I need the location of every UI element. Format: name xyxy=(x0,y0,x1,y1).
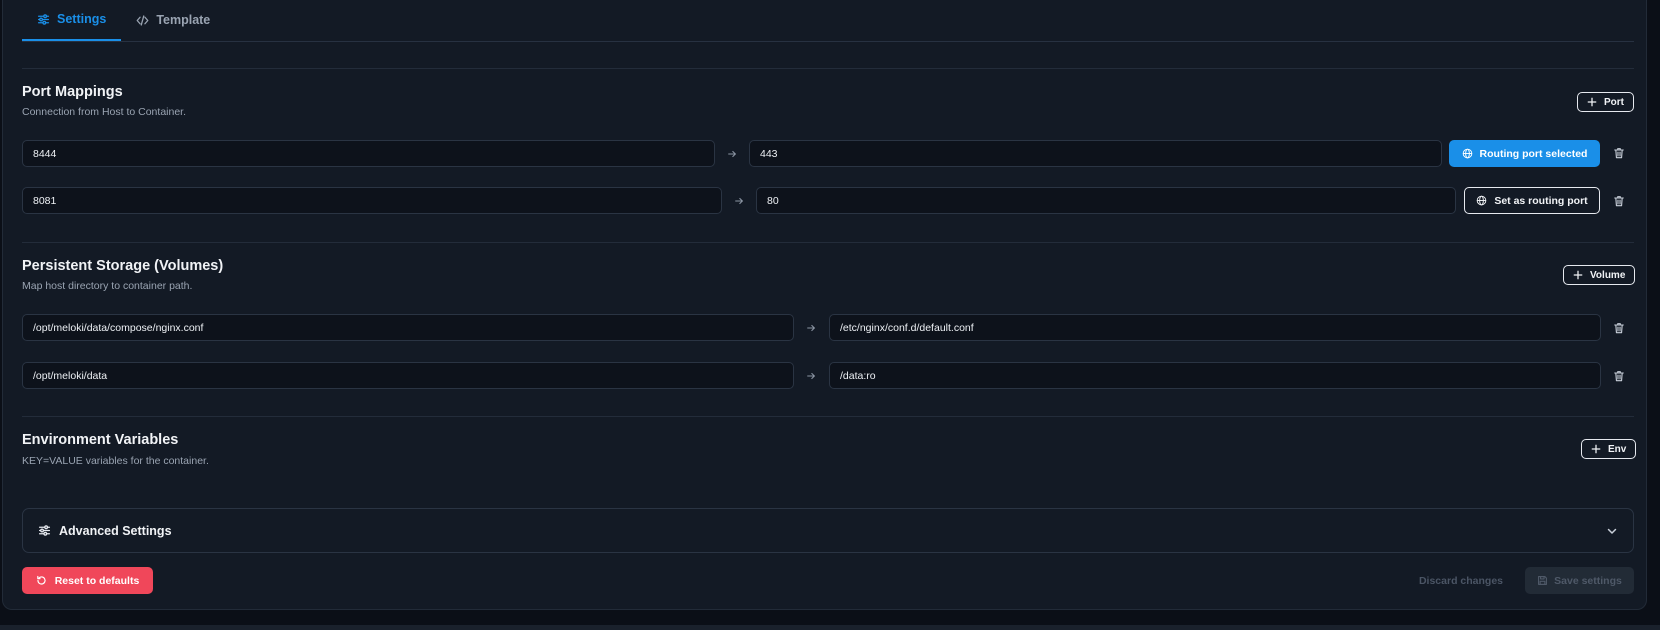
host-port-input[interactable] xyxy=(22,140,715,167)
add-port-label: Port xyxy=(1604,96,1624,108)
routing-port-button[interactable]: Routing port selected xyxy=(1449,140,1600,167)
advanced-settings-label: Advanced Settings xyxy=(59,523,172,538)
globe-icon xyxy=(1462,148,1472,159)
plus-icon xyxy=(1573,270,1583,280)
save-icon xyxy=(1538,576,1548,585)
set-routing-port-button[interactable]: Set as routing port xyxy=(1464,187,1600,214)
section-divider xyxy=(22,68,1634,69)
env-subtitle: KEY=VALUE variables for the container. xyxy=(22,455,209,467)
sliders-icon xyxy=(38,525,51,536)
arrow-right-icon xyxy=(807,324,815,332)
add-volume-label: Volume xyxy=(1590,269,1626,281)
save-settings-button[interactable]: Save settings xyxy=(1525,567,1634,594)
container-port-input[interactable] xyxy=(756,187,1456,214)
add-env-label: Env xyxy=(1608,443,1627,455)
settings-panel: Settings Template Port Mappings Connecti… xyxy=(2,0,1647,610)
plus-icon xyxy=(1591,444,1601,454)
globe-icon xyxy=(1477,195,1487,206)
reset-icon xyxy=(36,575,46,585)
host-path-input[interactable] xyxy=(22,362,794,389)
tab-settings[interactable]: Settings xyxy=(22,0,122,41)
volumes-subtitle: Map host directory to container path. xyxy=(22,280,193,292)
set-routing-port-label: Set as routing port xyxy=(1494,194,1588,207)
routing-port-label: Routing port selected xyxy=(1479,147,1588,160)
trash-icon[interactable] xyxy=(1613,147,1625,159)
container-path-input[interactable] xyxy=(829,362,1601,389)
trash-icon[interactable] xyxy=(1613,370,1625,382)
tab-settings-label: Settings xyxy=(57,12,107,26)
add-env-button[interactable]: Env xyxy=(1581,439,1637,459)
section-divider xyxy=(22,242,1634,243)
advanced-settings-toggle[interactable]: Advanced Settings xyxy=(22,508,1634,553)
tab-bar: Settings Template xyxy=(22,0,1634,42)
arrow-right-icon xyxy=(807,372,815,380)
host-path-input[interactable] xyxy=(22,314,794,341)
container-path-input[interactable] xyxy=(829,314,1601,341)
section-divider xyxy=(22,416,1634,417)
code-icon xyxy=(136,14,149,26)
port-mappings-title: Port Mappings xyxy=(22,84,123,100)
chevron-down-icon xyxy=(1607,528,1617,534)
reset-defaults-label: Reset to defaults xyxy=(54,574,140,587)
add-port-button[interactable]: Port xyxy=(1577,92,1634,112)
tab-template[interactable]: Template xyxy=(121,0,225,41)
reset-defaults-button[interactable]: Reset to defaults xyxy=(22,567,153,594)
container-port-input[interactable] xyxy=(749,140,1442,167)
port-mappings-subtitle: Connection from Host to Container. xyxy=(22,106,187,118)
save-settings-label: Save settings xyxy=(1554,574,1622,587)
arrow-right-icon xyxy=(735,197,743,205)
env-title: Environment Variables xyxy=(22,432,179,448)
plus-icon xyxy=(1587,97,1597,107)
host-port-input[interactable] xyxy=(22,187,722,214)
trash-icon[interactable] xyxy=(1613,195,1625,207)
sliders-icon xyxy=(37,13,50,25)
trash-icon[interactable] xyxy=(1613,322,1625,334)
tab-template-label: Template xyxy=(156,13,211,27)
volumes-title: Persistent Storage (Volumes) xyxy=(22,258,224,274)
bottom-bar xyxy=(0,625,1660,630)
add-volume-button[interactable]: Volume xyxy=(1563,265,1636,285)
arrow-right-icon xyxy=(728,150,736,158)
discard-changes-button[interactable]: Discard changes xyxy=(1411,567,1511,594)
